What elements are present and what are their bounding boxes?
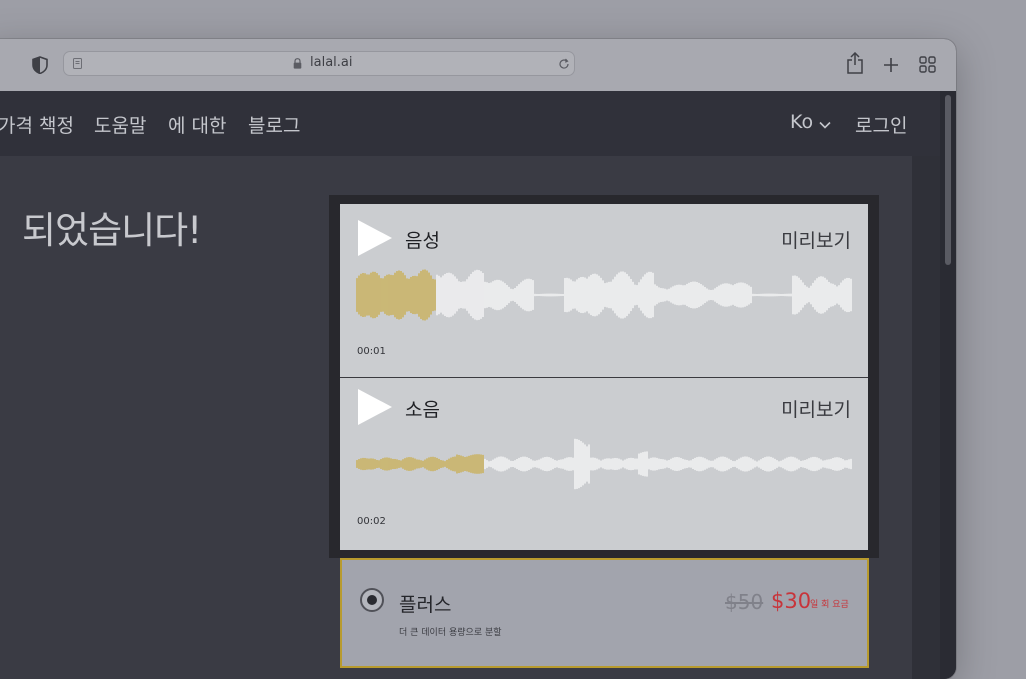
- track-time: 00:02: [357, 516, 386, 527]
- waveform[interactable]: [356, 265, 852, 325]
- preview-label[interactable]: 미리보기: [781, 395, 851, 422]
- chevron-down-icon[interactable]: [819, 121, 831, 129]
- radio-selected-dot: [367, 595, 377, 605]
- reload-icon[interactable]: [558, 58, 570, 70]
- page-heading: 되었습니다!: [22, 209, 202, 252]
- new-tab-icon[interactable]: [883, 57, 899, 73]
- nav-help[interactable]: 도움말: [94, 111, 146, 138]
- vocal-track: 음성 미리보기 00:01: [340, 204, 868, 377]
- nav-pricing[interactable]: 가격 책정: [0, 111, 74, 138]
- new-price: $30: [771, 589, 812, 613]
- lock-icon: [293, 58, 302, 69]
- page-icon: [73, 58, 82, 69]
- language-selector[interactable]: Ko: [790, 111, 813, 133]
- preview-label[interactable]: 미리보기: [781, 226, 851, 253]
- plan-radio[interactable]: [360, 588, 384, 612]
- plan-name: 플러스: [399, 594, 452, 616]
- login-link[interactable]: 로그인: [855, 111, 907, 138]
- audio-preview-panel: 음성 미리보기 00:01 소음 미리보기 00:02: [329, 195, 879, 558]
- url-text: lalal.ai: [310, 55, 353, 70]
- tab-overview-icon[interactable]: [919, 56, 936, 73]
- track-time: 00:01: [357, 346, 386, 357]
- play-icon[interactable]: [357, 220, 393, 256]
- nav-blog[interactable]: 블로그: [248, 111, 300, 138]
- waveform[interactable]: [356, 434, 852, 494]
- plan-description: 더 큰 데이터 용량으로 분할: [399, 628, 502, 638]
- old-price: $50: [725, 590, 764, 614]
- price-note: 일 회 요금: [810, 600, 849, 610]
- track-label: 음성: [405, 230, 440, 252]
- address-bar[interactable]: lalal.ai: [63, 51, 575, 76]
- nav-about[interactable]: 에 대한: [168, 111, 226, 138]
- track-label: 소음: [405, 399, 440, 421]
- share-icon[interactable]: [846, 52, 864, 74]
- scrollbar-thumb[interactable]: [945, 95, 951, 265]
- privacy-shield-icon[interactable]: [32, 56, 48, 74]
- browser-toolbar: lalal.ai: [0, 39, 956, 92]
- play-icon[interactable]: [357, 389, 393, 425]
- site-navbar: 가격 책정 도움말 에 대한 블로그 Ko 로그인: [0, 91, 940, 156]
- noise-track: 소음 미리보기 00:02: [340, 378, 868, 550]
